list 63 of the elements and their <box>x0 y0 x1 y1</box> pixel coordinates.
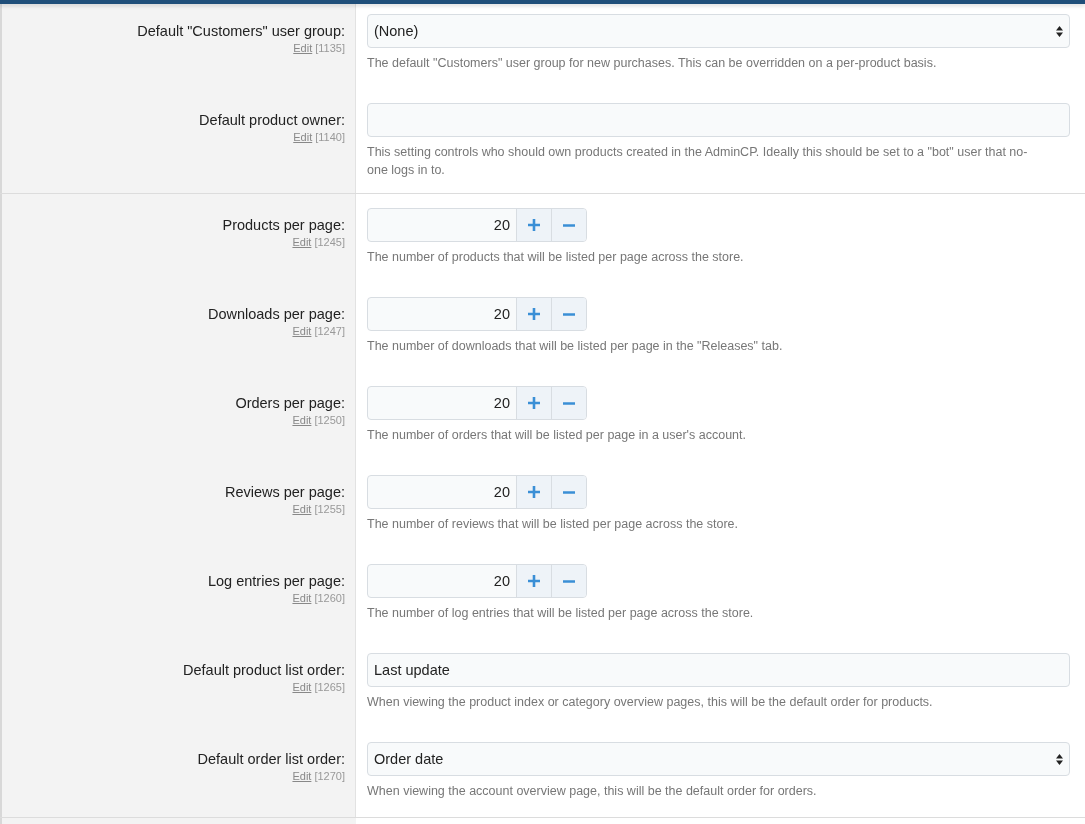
increment-button[interactable] <box>516 565 551 597</box>
setting-label: Default order list order: <box>196 750 345 769</box>
setting-id: [1247] <box>314 325 345 337</box>
updown-arrows-icon <box>1056 753 1063 765</box>
minus-icon <box>563 490 575 494</box>
number-spinner[interactable]: 20 <box>367 208 587 242</box>
setting-label: Products per page: <box>221 216 345 235</box>
setting-id: [1250] <box>314 414 345 426</box>
setting-label: Default product owner: <box>198 111 345 130</box>
help-text: The number of downloads that will be listed per page in the "Releases" tab. <box>367 338 784 355</box>
number-spinner[interactable]: 20 <box>367 564 587 598</box>
setting-label: Orders per page: <box>234 394 345 413</box>
number-field[interactable]: 20 <box>368 298 516 330</box>
setting-label: Downloads per page: <box>206 305 345 324</box>
setting-id: [1270] <box>314 770 345 782</box>
input-field[interactable]: Last update <box>367 653 1070 687</box>
number-field[interactable]: 20 <box>368 565 516 597</box>
minus-icon <box>563 312 575 316</box>
number-spinner[interactable]: 20 <box>367 475 587 509</box>
updown-arrows-icon <box>1056 25 1063 37</box>
setting-id: [1255] <box>314 503 345 515</box>
increment-button[interactable] <box>516 387 551 419</box>
minus-icon <box>563 579 575 583</box>
number-field[interactable]: 20 <box>368 476 516 508</box>
plus-icon <box>528 219 540 231</box>
help-text: The default "Customers" user group for new purchases. This can be overridden on a per-product basis. <box>367 55 938 72</box>
plus-icon <box>528 397 540 409</box>
setting-label: Default "Customers" user group: <box>136 22 345 41</box>
plus-icon <box>528 486 540 498</box>
setting-label: Log entries per page: <box>206 572 345 591</box>
setting-id: [1245] <box>314 236 345 248</box>
setting-id: [1140] <box>315 131 345 143</box>
input-field[interactable] <box>367 103 1070 137</box>
help-text: The number of products that will be listed per page across the store. <box>367 249 745 266</box>
setting-id: [1265] <box>314 681 345 693</box>
setting-label: Reviews per page: <box>223 483 345 502</box>
decrement-button[interactable] <box>551 209 586 241</box>
increment-button[interactable] <box>516 209 551 241</box>
select-field[interactable]: Order date <box>367 742 1070 776</box>
minus-icon <box>563 401 575 405</box>
plus-icon <box>528 308 540 320</box>
plus-icon <box>528 575 540 587</box>
help-text: When viewing the account overview page, this will be the default order for orders. <box>367 783 818 800</box>
setting-label: Default product list order: <box>182 661 345 680</box>
select-field[interactable]: (None) <box>367 14 1070 48</box>
increment-button[interactable] <box>516 476 551 508</box>
decrement-button[interactable] <box>551 565 586 597</box>
increment-button[interactable] <box>516 298 551 330</box>
number-spinner[interactable]: 20 <box>367 297 587 331</box>
minus-icon <box>563 223 575 227</box>
decrement-button[interactable] <box>551 298 586 330</box>
setting-id: [1260] <box>314 592 345 604</box>
help-text: The number of log entries that will be listed per page across the store. <box>367 605 755 622</box>
help-text: The number of orders that will be listed per page in a user's account. <box>367 427 747 444</box>
help-text: This setting controls who should own products created in the AdminCP. Ideally this should be set to a "bot" user that no- one logs in to. <box>367 144 1029 179</box>
decrement-button[interactable] <box>551 476 586 508</box>
number-field[interactable]: 20 <box>368 209 516 241</box>
decrement-button[interactable] <box>551 387 586 419</box>
number-field[interactable]: 20 <box>368 387 516 419</box>
number-spinner[interactable]: 20 <box>367 386 587 420</box>
help-text: The number of reviews that will be listed per page across the store. <box>367 516 739 533</box>
setting-id: [1135] <box>315 42 345 54</box>
help-text: When viewing the product index or category overview pages, this will be the default order for products. <box>367 694 934 711</box>
